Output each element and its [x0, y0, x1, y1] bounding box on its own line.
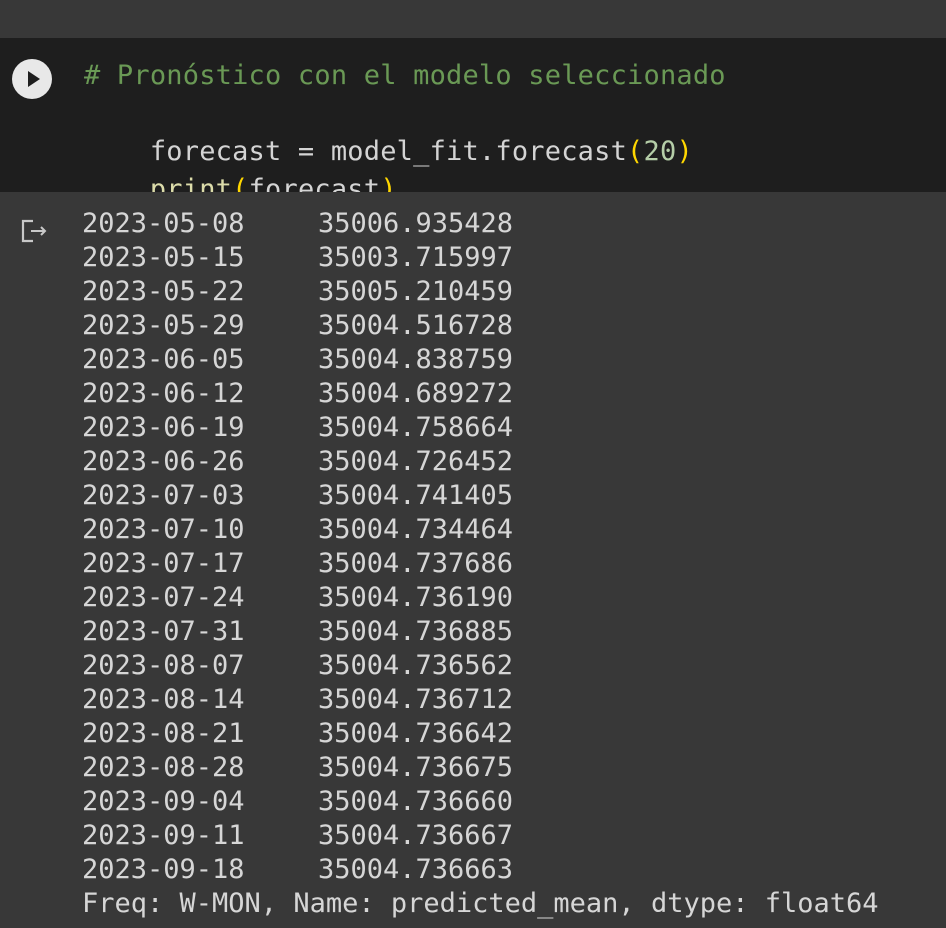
- row-value: 35004.736675: [318, 752, 514, 783]
- row-date: 2023-09-11: [82, 820, 245, 851]
- code-close-paren: ): [676, 136, 693, 167]
- output-row: 2023-05-08 35006.935428: [82, 207, 879, 241]
- output-row: 2023-07-17 35004.737686: [82, 547, 879, 581]
- output-row: 2023-05-22 35005.210459: [82, 275, 879, 309]
- row-value: 35004.734464: [318, 514, 514, 545]
- output-row: 2023-09-04 35004.736660: [82, 785, 879, 819]
- row-date: 2023-07-31: [82, 616, 245, 647]
- row-value: 35004.736712: [318, 684, 514, 715]
- output-row: 2023-07-10 35004.734464: [82, 513, 879, 547]
- output-row: 2023-06-12 35004.689272: [82, 377, 879, 411]
- row-value: 35004.736642: [318, 718, 514, 749]
- output-row: 2023-09-11 35004.736667: [82, 819, 879, 853]
- row-value: 35004.726452: [318, 446, 514, 477]
- code-comment-line: # Pronóstico con el modelo seleccionado: [84, 60, 726, 91]
- row-date: 2023-09-18: [82, 854, 245, 885]
- row-value: 35004.516728: [318, 310, 514, 341]
- row-value: 35004.736885: [318, 616, 514, 647]
- output-row: 2023-09-18 35004.736663: [82, 853, 879, 887]
- row-date: 2023-05-29: [82, 310, 245, 341]
- row-date: 2023-06-12: [82, 378, 245, 409]
- row-value: 35004.736663: [318, 854, 514, 885]
- row-date: 2023-07-10: [82, 514, 245, 545]
- cell-output-area: 2023-05-08 35006.935428 2023-05-15 35003.71…: [0, 192, 946, 928]
- row-value: 35004.737686: [318, 548, 514, 579]
- row-value: 35004.758664: [318, 412, 514, 443]
- output-row: 2023-08-28 35004.736675: [82, 751, 879, 785]
- row-date: 2023-05-22: [82, 276, 245, 307]
- row-date: 2023-05-15: [82, 242, 245, 273]
- row-date: 2023-06-05: [82, 344, 245, 375]
- row-date: 2023-08-14: [82, 684, 245, 715]
- output-row: 2023-08-21 35004.736642: [82, 717, 879, 751]
- row-value: 35004.736660: [318, 786, 514, 817]
- row-value: 35004.689272: [318, 378, 514, 409]
- row-date: 2023-07-24: [82, 582, 245, 613]
- output-row: 2023-08-07 35004.736562: [82, 649, 879, 683]
- row-value: 35006.935428: [318, 208, 514, 239]
- row-date: 2023-07-03: [82, 480, 245, 511]
- row-date: 2023-06-26: [82, 446, 245, 477]
- row-date: 2023-08-21: [82, 718, 245, 749]
- run-cell-button[interactable]: [12, 59, 52, 99]
- row-date: 2023-05-08: [82, 208, 245, 239]
- play-icon: [28, 71, 40, 87]
- cell-top-strip: [0, 0, 946, 38]
- output-text: 2023-05-08 35006.935428 2023-05-15 35003.71…: [82, 207, 879, 921]
- forecast-series-rows: 2023-05-08 35006.935428 2023-05-15 35003.71…: [82, 207, 879, 887]
- code-cell[interactable]: # Pronóstico con el modelo seleccionado …: [0, 38, 946, 205]
- row-value: 35004.838759: [318, 344, 514, 375]
- row-date: 2023-06-19: [82, 412, 245, 443]
- row-date: 2023-08-28: [82, 752, 245, 783]
- output-row: 2023-07-24 35004.736190: [82, 581, 879, 615]
- output-row: 2023-07-31 35004.736885: [82, 615, 879, 649]
- row-value: 35003.715997: [318, 242, 514, 273]
- output-row: 2023-05-15 35003.715997: [82, 241, 879, 275]
- row-value: 35005.210459: [318, 276, 514, 307]
- output-row: 2023-05-29 35004.516728: [82, 309, 879, 343]
- row-value: 35004.741405: [318, 480, 514, 511]
- row-value: 35004.736562: [318, 650, 514, 681]
- row-date: 2023-09-04: [82, 786, 245, 817]
- row-date: 2023-08-07: [82, 650, 245, 681]
- row-date: 2023-07-17: [82, 548, 245, 579]
- row-value: 35004.736190: [318, 582, 514, 613]
- output-row: 2023-06-19 35004.758664: [82, 411, 879, 445]
- series-footer: Freq: W-MON, Name: predicted_mean, dtype…: [82, 888, 879, 919]
- output-row: 2023-08-14 35004.736712: [82, 683, 879, 717]
- row-value: 35004.736667: [318, 820, 514, 851]
- output-row: 2023-06-05 35004.838759: [82, 343, 879, 377]
- code-number-arg: 20: [643, 136, 677, 167]
- output-redirect-icon[interactable]: [20, 218, 50, 246]
- output-row: 2023-07-03 35004.741405: [82, 479, 879, 513]
- output-row: 2023-06-26 35004.726452: [82, 445, 879, 479]
- code-open-paren: (: [627, 136, 644, 167]
